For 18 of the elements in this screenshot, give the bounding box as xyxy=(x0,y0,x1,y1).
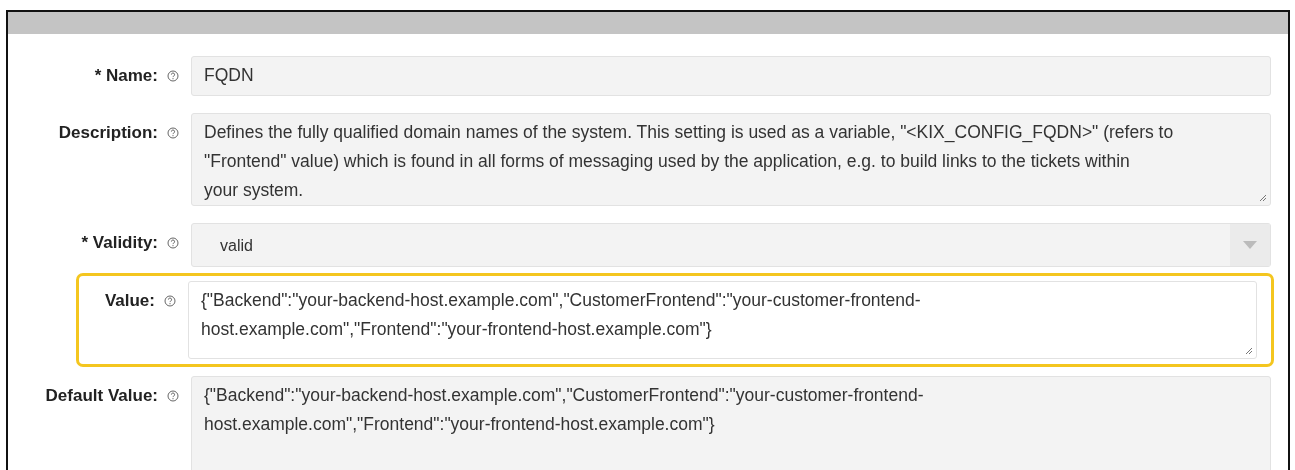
help-icon[interactable] xyxy=(167,237,179,249)
help-icon[interactable] xyxy=(167,390,179,402)
help-icon[interactable] xyxy=(164,295,176,307)
text-area[interactable]: Defines the fully qualified domain names of the system. This setting is used as a variable, "<KIX_CONFIG_FQDN>" (refers to "Frontend" value) which is found in all forms of messaging used by the application, e.g. to build links to the tickets within your system. xyxy=(191,113,1271,206)
resize-handle-icon[interactable] xyxy=(1243,345,1253,355)
field-label: Description: xyxy=(58,123,158,143)
field-label: * Name: xyxy=(94,66,158,86)
help-icon[interactable] xyxy=(167,127,179,139)
help-icon[interactable] xyxy=(167,70,179,82)
text-area[interactable]: {"Backend":"your-backend-host.example.com","CustomerFrontend":"your-customer-frontend- host.example.com","Frontend":"your-frontend-host.example.com"} xyxy=(188,281,1257,359)
resize-handle-icon[interactable] xyxy=(1257,192,1267,202)
select-field[interactable]: valid xyxy=(191,223,1271,267)
text-area[interactable]: {"Backend":"your-backend-host.example.com","CustomerFrontend":"your-customer-frontend- host.example.com","Frontend":"your-frontend-host.example.com"} xyxy=(191,376,1271,470)
caret-icon xyxy=(1243,241,1257,249)
text-field[interactable]: FQDN xyxy=(191,56,1271,96)
field-label: * Validity: xyxy=(81,233,158,253)
field-label: Value: xyxy=(104,291,155,311)
field-label: Default Value: xyxy=(45,386,158,406)
